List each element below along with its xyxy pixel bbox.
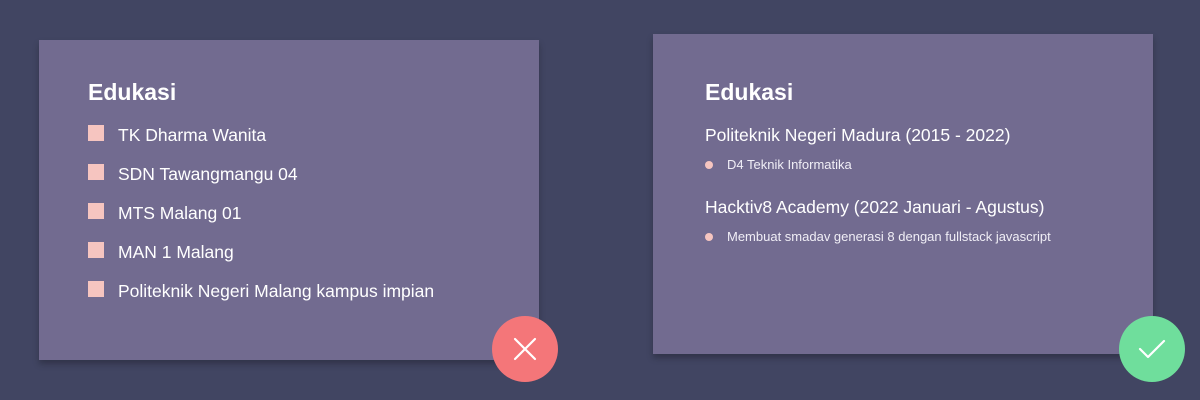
entry-detail-label: D4 Teknik Informatika: [727, 157, 852, 172]
square-bullet-icon: [88, 164, 104, 180]
dot-bullet-icon: [705, 233, 713, 241]
list-item-label: MTS Malang 01: [118, 203, 242, 223]
list-item: TK Dharma Wanita: [88, 124, 539, 146]
entry-detail: Membuat smadav generasi 8 dengan fullsta…: [705, 228, 1153, 246]
list-item-label: MAN 1 Malang: [118, 242, 234, 262]
correct-badge: [1119, 316, 1185, 382]
square-bullet-icon: [88, 242, 104, 258]
square-bullet-icon: [88, 203, 104, 219]
education-list: TK Dharma Wanita SDN Tawangmangu 04 MTS …: [88, 124, 539, 302]
list-item: Politeknik Negeri Malang kampus impian: [88, 280, 539, 302]
entry-detail: D4 Teknik Informatika: [705, 156, 1153, 174]
card-title: Edukasi: [705, 79, 794, 105]
check-icon: [1138, 339, 1166, 359]
good-example-card: Edukasi Politeknik Negeri Madura (2015 -…: [653, 34, 1153, 354]
wrong-badge: [492, 316, 558, 382]
list-item: MAN 1 Malang: [88, 241, 539, 263]
entry-title: Hacktiv8 Academy (2022 Januari - Agustus…: [705, 197, 1045, 217]
entry-title: Politeknik Negeri Madura (2015 - 2022): [705, 125, 1011, 145]
square-bullet-icon: [88, 125, 104, 141]
education-entry: Politeknik Negeri Madura (2015 - 2022) D…: [705, 124, 1153, 174]
dot-bullet-icon: [705, 161, 713, 169]
education-entry: Hacktiv8 Academy (2022 Januari - Agustus…: [705, 196, 1153, 246]
list-item: SDN Tawangmangu 04: [88, 163, 539, 185]
card-title: Edukasi: [88, 79, 177, 105]
close-icon: [513, 337, 537, 361]
list-item-label: TK Dharma Wanita: [118, 125, 267, 145]
list-item-label: SDN Tawangmangu 04: [118, 164, 298, 184]
list-item: MTS Malang 01: [88, 202, 539, 224]
bad-example-card: Edukasi TK Dharma Wanita SDN Tawangmangu…: [39, 40, 539, 360]
entry-detail-label: Membuat smadav generasi 8 dengan fullsta…: [727, 229, 1051, 244]
square-bullet-icon: [88, 281, 104, 297]
list-item-label: Politeknik Negeri Malang kampus impian: [118, 281, 435, 301]
